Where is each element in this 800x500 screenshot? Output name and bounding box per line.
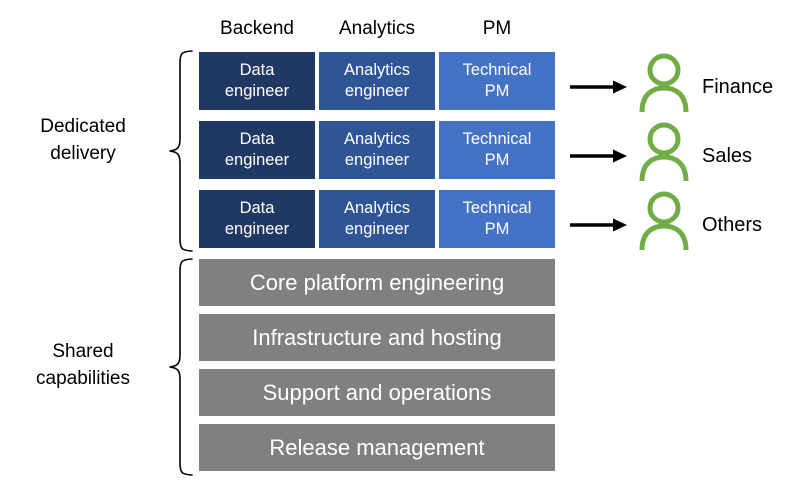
consumer-label-finance: Finance xyxy=(702,76,774,98)
shared-capability-bar-core-platform-engineering: Core platform engineering xyxy=(199,259,555,306)
person-icon-others xyxy=(637,190,691,250)
column-header-pm: PM xyxy=(482,18,512,39)
consumer-label-sales: Sales xyxy=(702,145,753,167)
role-backend-line1: Data xyxy=(239,61,275,79)
section-label-dedicated-line2: delivery xyxy=(50,143,116,164)
arrow-to-sales-icon xyxy=(570,146,628,166)
section-label-dedicated-line1: Dedicated xyxy=(40,116,126,137)
role-backend-line1: Data xyxy=(239,130,275,148)
section-label-shared-capabilities: Shared capabilities xyxy=(8,338,158,392)
role-box-analytics-row3: Analytics engineer xyxy=(319,190,435,248)
role-box-pm-row1: Technical PM xyxy=(439,52,555,110)
person-icon-sales xyxy=(637,121,691,181)
role-analytics-line1: Analytics xyxy=(343,130,411,148)
role-backend-line1: Data xyxy=(239,199,275,217)
consumer-label-others: Others xyxy=(702,214,763,236)
role-pm-line1: Technical xyxy=(462,61,532,79)
diagram-canvas: Backend Analytics PM Dedicated delivery … xyxy=(0,0,800,500)
arrow-to-others-icon xyxy=(570,215,628,235)
role-box-analytics-row2: Analytics engineer xyxy=(319,121,435,179)
role-backend-line2: engineer xyxy=(224,220,290,238)
role-box-backend-row2: Data engineer xyxy=(199,121,315,179)
brace-dedicated-delivery xyxy=(168,50,194,252)
role-pm-line2: PM xyxy=(484,82,510,100)
role-pm-line2: PM xyxy=(484,220,510,238)
role-box-backend-row1: Data engineer xyxy=(199,52,315,110)
column-header-analytics: Analytics xyxy=(338,18,416,39)
role-pm-line1: Technical xyxy=(462,199,532,217)
role-analytics-line2: engineer xyxy=(344,82,410,100)
role-analytics-line2: engineer xyxy=(344,220,410,238)
section-label-shared-line1: Shared xyxy=(52,341,114,362)
role-analytics-line1: Analytics xyxy=(343,61,411,79)
shared-capability-bar-support-and-operations: Support and operations xyxy=(199,369,555,416)
role-box-analytics-row1: Analytics engineer xyxy=(319,52,435,110)
role-pm-line2: PM xyxy=(484,151,510,169)
role-analytics-line2: engineer xyxy=(344,151,410,169)
person-icon-finance xyxy=(637,52,691,112)
brace-shared-capabilities xyxy=(168,258,194,476)
role-analytics-line1: Analytics xyxy=(343,199,411,217)
section-label-dedicated-delivery: Dedicated delivery xyxy=(8,113,158,167)
role-backend-line2: engineer xyxy=(224,151,290,169)
shared-capability-bar-infrastructure-and-hosting: Infrastructure and hosting xyxy=(199,314,555,361)
section-label-shared-line2: capabilities xyxy=(36,368,130,389)
role-box-pm-row2: Technical PM xyxy=(439,121,555,179)
column-header-backend: Backend xyxy=(220,18,294,39)
role-pm-line1: Technical xyxy=(462,130,532,148)
role-backend-line2: engineer xyxy=(224,82,290,100)
role-box-backend-row3: Data engineer xyxy=(199,190,315,248)
role-box-pm-row3: Technical PM xyxy=(439,190,555,248)
shared-capability-bar-release-management: Release management xyxy=(199,424,555,471)
arrow-to-finance-icon xyxy=(570,77,628,97)
